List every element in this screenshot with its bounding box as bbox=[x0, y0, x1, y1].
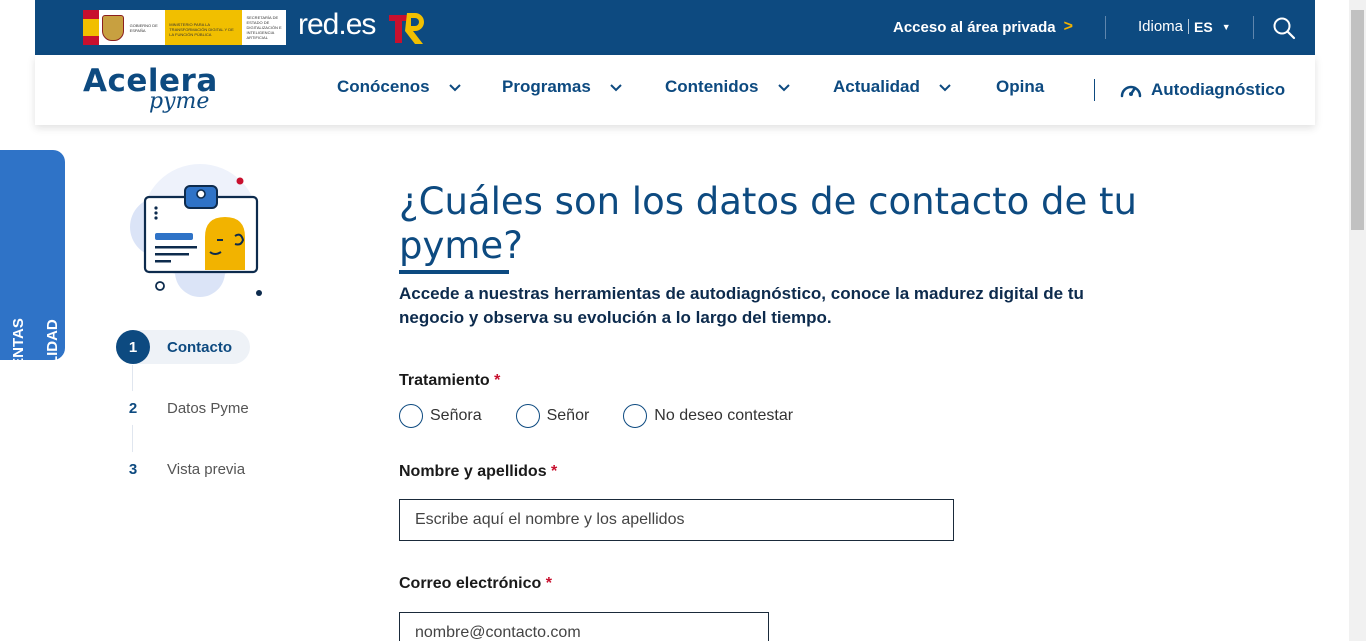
gov-logo-text: GOBIERNO DE ESPAÑA bbox=[129, 22, 158, 33]
field-label-text: Nombre y apellidos bbox=[399, 463, 547, 480]
nav-item-opina[interactable]: Opina bbox=[996, 77, 1044, 97]
autodiagnostico-label: Autodiagnóstico bbox=[1151, 80, 1286, 99]
divider bbox=[1188, 19, 1190, 34]
tratamiento-radio-group: Señora Señor No deseo contestar bbox=[399, 404, 793, 428]
page-subtitle: Accede a nuestras herramientas de autodi… bbox=[399, 284, 1084, 327]
top-bar: GOBIERNO DE ESPAÑA MINISTERIO PARA LA TR… bbox=[35, 0, 1315, 55]
required-mark: * bbox=[545, 575, 552, 592]
radio-label: Señor bbox=[546, 407, 590, 424]
chevron-down-icon bbox=[610, 84, 622, 92]
contact-card-illustration bbox=[130, 164, 262, 297]
step-label: Contacto bbox=[167, 338, 232, 356]
nav-item-contenidos[interactable]: Contenidos bbox=[665, 77, 791, 97]
chevron-right-icon: > bbox=[1063, 18, 1073, 35]
government-logo[interactable]: GOBIERNO DE ESPAÑA MINISTERIO PARA LA TR… bbox=[83, 10, 286, 45]
main-nav: Acelera pyme Conócenos Programas Conteni… bbox=[35, 55, 1315, 125]
correo-label: Correo electrónico * bbox=[399, 575, 552, 593]
secretary-text: SECRETARÍA DE ESTADO DE DIGITALIZACIÓN E… bbox=[246, 15, 282, 40]
private-area-link[interactable]: Acceso al área privada > bbox=[893, 18, 1073, 36]
title-underline bbox=[399, 270, 509, 274]
radio-senora[interactable]: Señora bbox=[399, 404, 482, 428]
field-label-text: Tratamiento bbox=[399, 372, 490, 389]
divider bbox=[1094, 79, 1095, 101]
nav-item-programas[interactable]: Programas bbox=[502, 77, 623, 97]
language-label: Idioma bbox=[1138, 18, 1184, 35]
step-label: Vista previa bbox=[167, 460, 246, 478]
recovery-plan-logo-icon bbox=[389, 13, 424, 44]
redes-logo[interactable]: red.es bbox=[298, 8, 376, 42]
step-contacto[interactable]: 1 Contacto bbox=[116, 330, 250, 364]
coat-of-arms-icon bbox=[101, 14, 124, 41]
step-vista-previa[interactable]: 3 Vista previa bbox=[116, 452, 245, 486]
logo-sub-text: pyme bbox=[149, 89, 210, 114]
step-number: 1 bbox=[116, 330, 150, 364]
nav-item-label: Opina bbox=[996, 77, 1045, 96]
field-label-text: Correo electrónico bbox=[399, 575, 542, 592]
autodiagnostico-link[interactable]: Autodiagnóstico bbox=[1119, 80, 1285, 100]
scrollbar-thumb[interactable] bbox=[1351, 10, 1364, 230]
spain-flag-icon bbox=[83, 10, 99, 45]
radio-senor[interactable]: Señor bbox=[515, 404, 590, 428]
chevron-down-icon bbox=[939, 84, 951, 92]
radio-circle[interactable] bbox=[399, 404, 423, 428]
accessibility-icon bbox=[7, 458, 49, 490]
nombre-label: Nombre y apellidos * bbox=[399, 463, 557, 481]
step-label: Datos Pyme bbox=[167, 399, 249, 417]
acelera-pyme-logo[interactable]: Acelera pyme bbox=[83, 65, 218, 114]
nav-item-label: Contenidos bbox=[665, 77, 759, 96]
step-datos-pyme[interactable]: 2 Datos Pyme bbox=[116, 391, 249, 425]
nav-item-label: Conócenos bbox=[337, 77, 430, 96]
step-number: 3 bbox=[116, 452, 150, 486]
nav-item-label: Actualidad bbox=[833, 77, 920, 96]
radio-label: No deseo contestar bbox=[654, 407, 794, 424]
nav-item-conocenos[interactable]: Conócenos bbox=[337, 77, 462, 97]
required-mark: * bbox=[551, 463, 558, 480]
step-number: 2 bbox=[116, 391, 150, 425]
divider bbox=[1253, 16, 1254, 39]
divider bbox=[1105, 16, 1106, 39]
language-value: ES bbox=[1194, 18, 1213, 35]
page-title: ¿Cuáles son los datos de contacto de tu … bbox=[399, 180, 1137, 267]
form-header: ¿Cuáles son los datos de contacto de tu … bbox=[399, 180, 1159, 330]
search-icon[interactable] bbox=[1271, 15, 1297, 41]
correo-input[interactable] bbox=[399, 612, 769, 641]
tratamiento-label: Tratamiento * bbox=[399, 372, 500, 390]
private-area-label: Acceso al área privada bbox=[893, 18, 1056, 36]
nav-item-label: Programas bbox=[502, 77, 591, 96]
accessibility-tools-tab[interactable]: HERRAMIENTAS DE ACCESIBILIDAD bbox=[0, 150, 65, 490]
chevron-down-icon bbox=[448, 84, 461, 92]
accessibility-label: HERRAMIENTAS DE ACCESIBILIDAD bbox=[10, 318, 61, 438]
language-selector[interactable]: Idioma ES ▼ bbox=[1138, 18, 1231, 35]
nav-item-actualidad[interactable]: Actualidad bbox=[833, 77, 952, 97]
nombre-input[interactable] bbox=[399, 499, 954, 541]
caret-left-icon bbox=[54, 399, 61, 411]
required-mark: * bbox=[494, 372, 501, 389]
caret-down-icon: ▼ bbox=[1221, 21, 1231, 32]
radio-no-deseo-contestar[interactable]: No deseo contestar bbox=[623, 404, 793, 428]
ministry-text: MINISTERIO PARA LA TRANSFORMACIÓN DIGITA… bbox=[165, 10, 243, 45]
chevron-down-icon bbox=[777, 84, 790, 92]
radio-circle[interactable] bbox=[515, 404, 540, 428]
radio-circle[interactable] bbox=[623, 404, 648, 428]
page-scrollbar[interactable] bbox=[1349, 0, 1366, 641]
radio-label: Señora bbox=[430, 407, 482, 424]
gauge-icon bbox=[1120, 85, 1142, 98]
